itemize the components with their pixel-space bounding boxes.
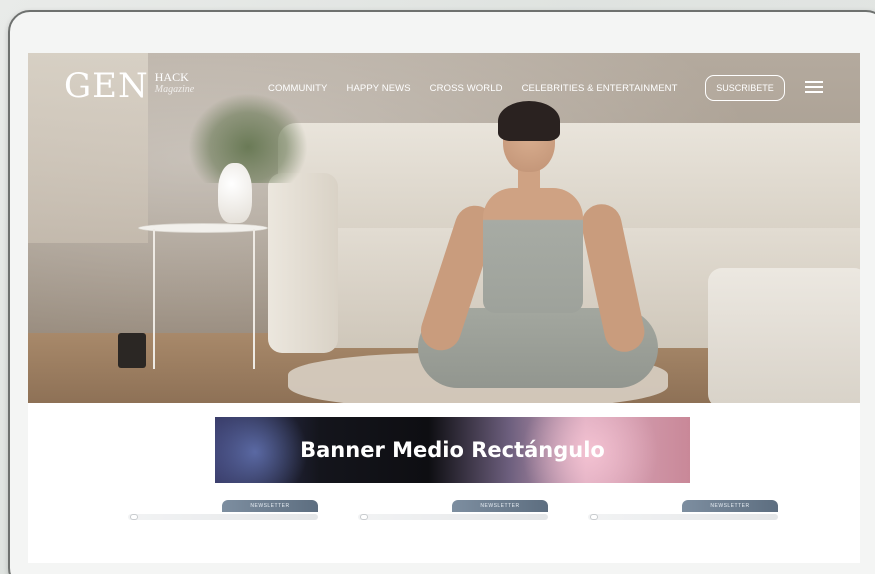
- ottoman: [708, 268, 860, 403]
- menu-item-happy-news[interactable]: HAPPY NEWS: [346, 83, 410, 94]
- tablet-screen: GEN HACK Magazine COMMUNITY HAPPY NEWS C…: [28, 53, 860, 563]
- vase: [218, 163, 252, 223]
- hamburger-line: [805, 91, 823, 93]
- card-dot-icon: [360, 514, 368, 520]
- card-bar: [128, 514, 318, 520]
- logo-hack-text: HACK: [154, 70, 189, 84]
- sofa-arm: [268, 173, 338, 353]
- newsletter-card[interactable]: NEWSLETTER: [128, 500, 318, 526]
- banner-text: Banner Medio Rectángulo: [300, 438, 605, 462]
- subscribe-button[interactable]: SUSCRIBETE: [705, 75, 785, 101]
- newsletter-card[interactable]: NEWSLETTER: [358, 500, 548, 526]
- ad-banner[interactable]: Banner Medio Rectángulo: [215, 417, 690, 483]
- logo-magazine-text: Magazine: [154, 84, 195, 95]
- card-tab: NEWSLETTER: [682, 500, 778, 512]
- hamburger-line: [805, 81, 823, 83]
- side-table: [138, 223, 268, 233]
- menu-item-celebrities-entertainment[interactable]: CELEBRITIES & ENTERTAINMENT: [522, 83, 678, 94]
- card-tab: NEWSLETTER: [222, 500, 318, 512]
- menu-item-cross-world[interactable]: CROSS WORLD: [430, 83, 503, 94]
- side-table-leg: [253, 229, 255, 369]
- site-logo[interactable]: GEN HACK Magazine: [64, 68, 194, 104]
- card-dot-icon: [130, 514, 138, 520]
- main-menu: COMMUNITY HAPPY NEWS CROSS WORLD CELEBRI…: [268, 83, 678, 94]
- person-torso: [483, 188, 583, 313]
- newsletter-cards-row: NEWSLETTER NEWSLETTER NEWSLETTER: [128, 500, 788, 530]
- hero-image: GEN HACK Magazine COMMUNITY HAPPY NEWS C…: [28, 53, 860, 403]
- hamburger-line: [805, 86, 823, 88]
- card-bar: [358, 514, 548, 520]
- newsletter-card[interactable]: NEWSLETTER: [588, 500, 778, 526]
- top-navigation: GEN HACK Magazine COMMUNITY HAPPY NEWS C…: [28, 53, 860, 123]
- card-tab: NEWSLETTER: [452, 500, 548, 512]
- dark-vase: [118, 333, 146, 368]
- card-bar: [588, 514, 778, 520]
- logo-gen-text: GEN: [64, 66, 149, 106]
- side-table-leg: [153, 229, 155, 369]
- menu-item-community[interactable]: COMMUNITY: [268, 83, 327, 94]
- hamburger-menu-icon[interactable]: [805, 81, 823, 93]
- card-dot-icon: [590, 514, 598, 520]
- logo-subtitle: HACK Magazine: [155, 71, 194, 96]
